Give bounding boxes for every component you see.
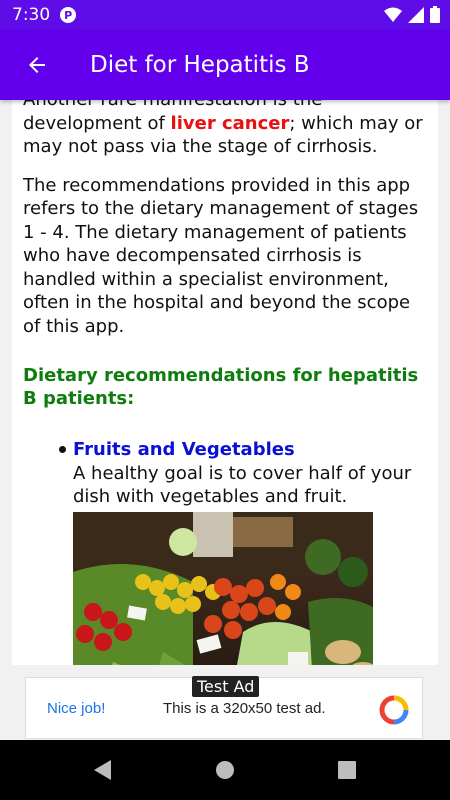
article-body: Another rare manifestation is the develo…	[23, 100, 428, 665]
ad-banner[interactable]: Test Ad Nice job! This is a 320x50 test …	[25, 676, 423, 739]
nav-back-icon	[94, 760, 111, 780]
status-time: 7:30	[12, 5, 51, 25]
app-bar: Diet for Hepatitis B	[0, 30, 450, 100]
paragraph-recommendations: The recommendations provided in this app…	[23, 174, 419, 337]
paragraph-cirrhosis: Another rare manifestation is the develo…	[23, 100, 428, 159]
status-bar: 7:30 P	[0, 0, 450, 30]
system-nav-bar	[0, 740, 450, 800]
section-heading: Dietary recommendations for hepatitis B …	[23, 365, 419, 409]
list-item-fruits-vegetables: Fruits and Vegetables A healthy goal is …	[59, 438, 428, 509]
app-notification-icon: P	[60, 7, 77, 23]
test-ad-label: Test Ad	[192, 676, 260, 697]
page-title: Diet for Hepatitis B	[90, 52, 310, 78]
cell-signal-icon	[408, 6, 424, 23]
bullet-title: Fruits and Vegetables	[73, 439, 295, 460]
produce-photo-illustration	[73, 511, 373, 665]
nav-home-button[interactable]	[209, 754, 241, 786]
nav-back-button[interactable]	[87, 754, 119, 786]
fruits-vegetables-image	[73, 511, 373, 665]
nav-recents-button[interactable]	[331, 754, 363, 786]
nav-home-icon	[216, 761, 234, 779]
wifi-icon	[384, 7, 402, 22]
battery-icon	[430, 6, 440, 23]
article-scroll-area[interactable]: Another rare manifestation is the develo…	[12, 100, 438, 665]
bullet-text: A healthy goal is to cover half of your …	[73, 462, 412, 508]
ad-logo-icon	[379, 695, 409, 725]
nav-recents-icon	[338, 761, 356, 779]
back-button[interactable]	[12, 40, 62, 90]
ad-text: This is a 320x50 test ad.	[163, 700, 326, 717]
arrow-back-icon	[29, 57, 45, 73]
status-icons	[384, 6, 440, 23]
liver-cancer-highlight: liver cancer	[170, 112, 290, 134]
ad-nice-job: Nice job!	[47, 700, 106, 717]
